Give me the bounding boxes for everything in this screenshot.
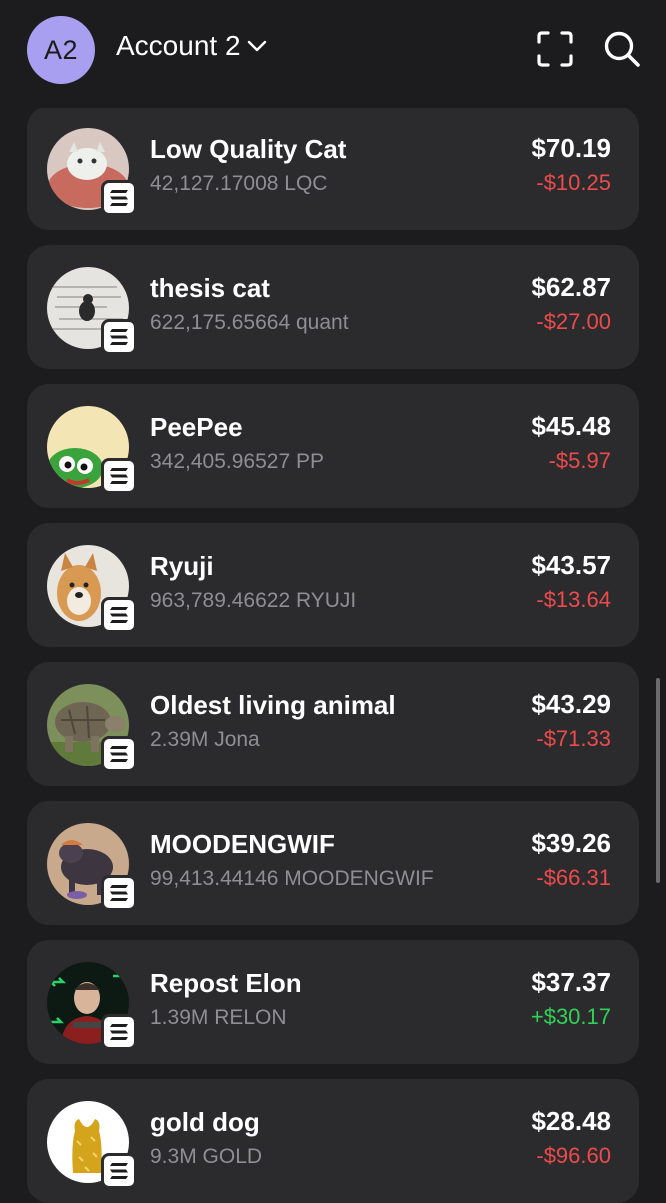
token-usd-value: $28.48 (531, 1106, 611, 1136)
token-amount: 963,789.46622 RYUJI (150, 589, 357, 612)
token-change: -$5.97 (548, 448, 611, 473)
chevron-down-icon (247, 40, 266, 52)
solana-chain-icon (101, 180, 137, 216)
token-usd-value: $43.57 (531, 550, 611, 580)
token-usd-value: $39.26 (531, 828, 611, 858)
token-usd-value: $43.29 (531, 689, 611, 719)
account-name: Account 2 (116, 30, 241, 61)
token-usd-value: $45.48 (531, 411, 611, 441)
solana-chain-icon (101, 1153, 137, 1189)
token-change: -$27.00 (536, 309, 611, 334)
token-name: Ryuji (150, 551, 214, 581)
token-change: -$13.64 (536, 587, 611, 612)
scrollbar[interactable] (656, 678, 660, 883)
token-change: -$66.31 (536, 865, 611, 890)
account-switcher[interactable]: Account 2 (116, 30, 267, 62)
token-row-thesis-cat[interactable]: thesis cat 622,175.65664 quant $62.87 -$… (27, 245, 639, 369)
token-amount: 622,175.65664 quant (150, 311, 349, 334)
token-amount: 1.39M RELON (150, 1006, 287, 1029)
token-usd-value: $62.87 (531, 272, 611, 302)
token-name: Oldest living animal (150, 690, 396, 720)
token-amount: 2.39M Jona (150, 728, 260, 751)
token-amount: 342,405.96527 PP (150, 450, 324, 473)
token-row-moodengwif[interactable]: MOODENGWIF 99,413.44146 MOODENGWIF $39.2… (27, 801, 639, 925)
scan-icon[interactable] (536, 30, 574, 68)
token-name: PeePee (150, 412, 243, 442)
token-row-peepee[interactable]: PeePee 342,405.96527 PP $45.48 -$5.97 (27, 384, 639, 508)
token-row-repost-elon[interactable]: Repost Elon 1.39M RELON $37.37 +$30.17 (27, 940, 639, 1064)
token-name: Low Quality Cat (150, 134, 347, 164)
solana-chain-icon (101, 319, 137, 355)
solana-chain-icon (101, 597, 137, 633)
token-row-oldest-living-animal[interactable]: Oldest living animal 2.39M Jona $43.29 -… (27, 662, 639, 786)
token-usd-value: $37.37 (531, 967, 611, 997)
token-usd-value: $70.19 (531, 133, 611, 163)
account-avatar[interactable]: A2 (27, 16, 95, 84)
token-amount: 9.3M GOLD (150, 1145, 263, 1168)
token-row-gold-dog[interactable]: gold dog 9.3M GOLD $28.48 -$96.60 (27, 1079, 639, 1203)
token-change: -$10.25 (536, 170, 611, 195)
solana-chain-icon (101, 1014, 137, 1050)
top-header: A2 Account 2 (0, 0, 666, 108)
search-icon[interactable] (603, 30, 641, 68)
token-amount: 42,127.17008 LQC (150, 172, 328, 195)
token-amount: 99,413.44146 MOODENGWIF (150, 867, 434, 890)
token-name: gold dog (150, 1107, 260, 1137)
token-change: -$96.60 (536, 1143, 611, 1168)
token-name: Repost Elon (150, 968, 302, 998)
solana-chain-icon (101, 875, 137, 911)
token-name: thesis cat (150, 273, 270, 303)
solana-chain-icon (101, 458, 137, 494)
token-change: -$71.33 (536, 726, 611, 751)
token-change: +$30.17 (530, 1004, 611, 1029)
token-row-ryuji[interactable]: Ryuji 963,789.46622 RYUJI $43.57 -$13.64 (27, 523, 639, 647)
token-name: MOODENGWIF (150, 829, 335, 859)
token-row-low-quality-cat[interactable]: Low Quality Cat 42,127.17008 LQC $70.19 … (27, 106, 639, 230)
solana-chain-icon (101, 736, 137, 772)
